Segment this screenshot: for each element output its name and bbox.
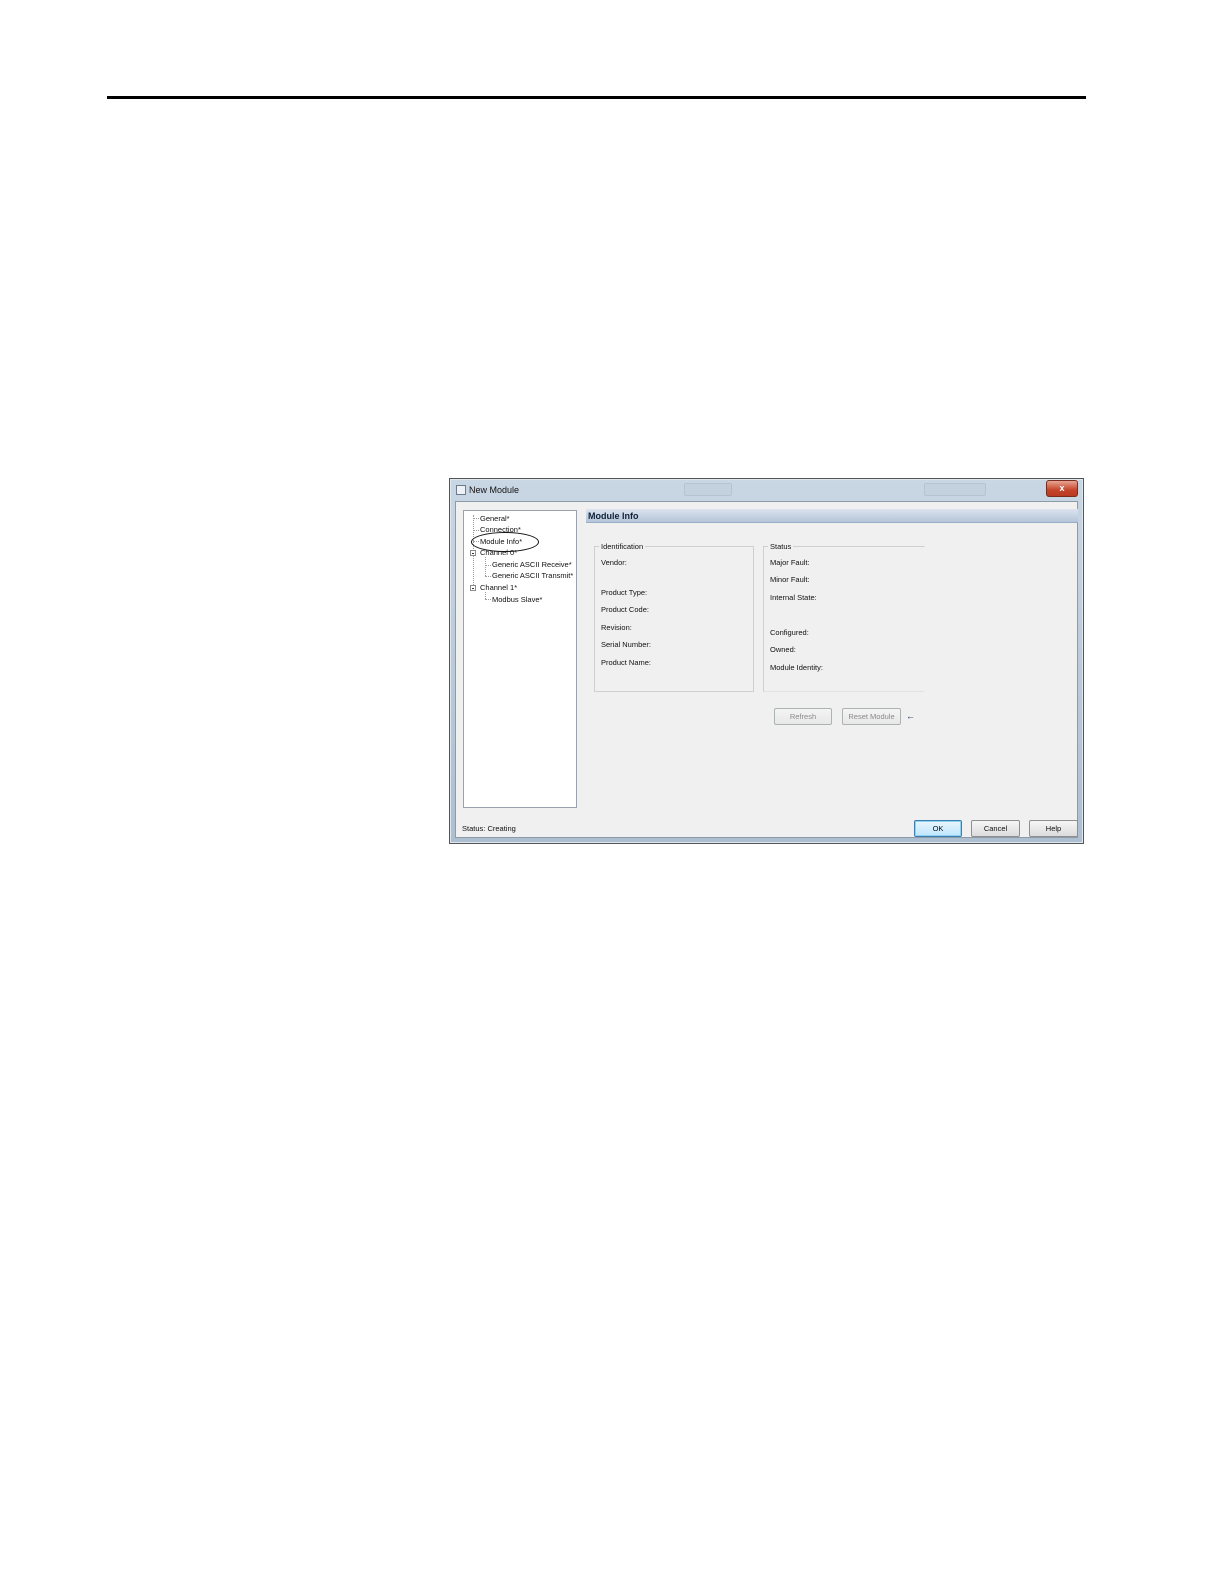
revision-label: Revision: [601, 623, 632, 632]
status-legend: Status [768, 542, 794, 551]
tree-item-generic-ascii-transmit[interactable]: Generic ASCII Transmit* [492, 571, 573, 581]
highlight-circle-annotation [471, 532, 539, 552]
product-name-label: Product Name: [601, 658, 652, 667]
tree-item-channel-1[interactable]: Channel 1* [480, 583, 517, 593]
close-button[interactable]: x [1046, 480, 1078, 497]
major-fault-label: Major Fault: [770, 558, 810, 567]
status-value: Creating [487, 824, 516, 833]
product-code-label: Product Code: [601, 605, 649, 614]
minor-fault-label: Minor Fault: [770, 575, 810, 584]
product-type-label: Product Type: [601, 588, 648, 597]
help-button[interactable]: Help [1029, 820, 1078, 837]
identification-group: Identification Vendor: Product Type: Pro… [594, 542, 754, 692]
collapse-icon[interactable] [470, 550, 476, 556]
category-tree[interactable]: General* Connection* Module Info* Channe… [463, 510, 577, 808]
owned-label: Owned: [770, 645, 796, 654]
refresh-button[interactable]: Refresh [774, 708, 832, 725]
tree-connector [485, 592, 486, 599]
tree-item-general[interactable]: General* [480, 514, 510, 524]
configured-label: Configured: [770, 628, 809, 637]
module-identity-label: Module Identity: [770, 663, 823, 672]
status-label: Status: [462, 824, 486, 833]
cancel-button[interactable]: Cancel [971, 820, 1020, 837]
collapse-icon[interactable] [470, 585, 476, 591]
new-module-dialog: New Module x General* Connection* Module… [449, 478, 1084, 844]
tree-connector [485, 599, 491, 600]
tree-connector [485, 565, 491, 566]
reset-module-button[interactable]: Reset Module [842, 708, 901, 725]
page-top-rule [107, 96, 1086, 99]
tree-connector [473, 518, 479, 519]
title-bar[interactable]: New Module x [450, 479, 1083, 500]
dialog-client-area: General* Connection* Module Info* Channe… [455, 501, 1078, 838]
serial-number-label: Serial Number: [601, 640, 652, 649]
tree-item-modbus-slave[interactable]: Modbus Slave* [492, 595, 542, 605]
tree-item-generic-ascii-receive[interactable]: Generic ASCII Receive* [492, 560, 572, 570]
tree-connector [485, 576, 491, 577]
background-ghost-button [684, 483, 732, 496]
ok-button[interactable]: OK [914, 820, 962, 837]
tree-connector [473, 530, 479, 531]
status-group: Status Major Fault: Minor Fault: Interna… [763, 542, 925, 692]
identification-legend: Identification [599, 542, 646, 551]
dialog-status: Status: Creating [462, 824, 516, 833]
window-title: New Module [469, 485, 520, 495]
arrow-left-icon: ← [906, 711, 915, 721]
tree-connector [485, 557, 486, 576]
panel-header: Module Info [586, 509, 1078, 523]
internal-state-label: Internal State: [770, 593, 817, 602]
app-icon [456, 485, 466, 495]
vendor-label: Vendor: [601, 558, 627, 567]
background-ghost-button [924, 483, 986, 496]
